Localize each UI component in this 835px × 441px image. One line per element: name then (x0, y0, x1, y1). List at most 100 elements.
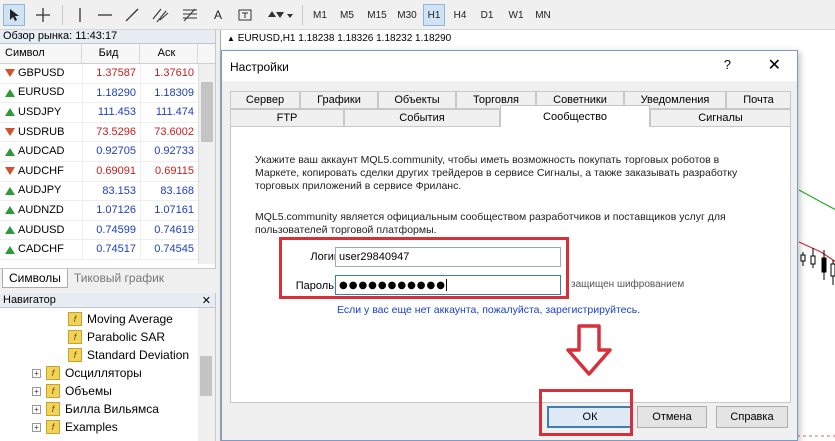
row-ask: 0.74619 (140, 220, 198, 240)
down-arrow-icon (5, 128, 15, 137)
tab-ftp[interactable]: FTP (230, 109, 344, 127)
timeframe-m15[interactable]: M15 (363, 4, 391, 26)
up-arrow-icon (5, 245, 15, 254)
timeframe-d1[interactable]: D1 (476, 4, 498, 26)
market-watch-row[interactable]: AUDCHF 0.69091 0.69115 (0, 161, 215, 182)
timeframe-h4[interactable]: H4 (449, 4, 471, 26)
register-link[interactable]: Если у вас еще нет аккаунта, пожалуйста,… (337, 304, 640, 316)
timeframe-mn[interactable]: MN (531, 4, 555, 26)
market-watch-row[interactable]: USDJPY 111.453 111.474 (0, 103, 215, 123)
tab-tick-chart[interactable]: Тиковый график (68, 269, 170, 288)
timeframe-h1[interactable]: H1 (423, 4, 445, 26)
nav-item-examples[interactable]: + f Examples (32, 418, 118, 436)
tab-signals[interactable]: Сигналы (650, 109, 791, 127)
market-watch-row[interactable]: CADCHF 0.74517 0.74545 (0, 240, 215, 260)
indicator-folder-icon: f (46, 420, 60, 434)
expand-icon[interactable]: + (32, 422, 41, 432)
tab-symbols[interactable]: Символы (2, 269, 68, 288)
fibonacci-icon (183, 8, 197, 22)
help-icon[interactable]: ? (724, 57, 731, 72)
market-watch-row[interactable]: AUDJPY 83.153 83.168 (0, 181, 215, 202)
text-label-icon (238, 9, 252, 21)
row-bid: 1.18290 (82, 83, 140, 103)
close-icon[interactable]: ✕ (768, 55, 781, 75)
symbol-label: GBPUSD (18, 66, 65, 79)
fibonacci-tool-button[interactable] (180, 4, 202, 26)
symbol-label: AUDNZD (18, 203, 64, 216)
market-watch-row[interactable]: AUDNZD 1.07126 1.07161 (0, 201, 215, 221)
market-watch-row[interactable]: AUDUSD 0.74599 0.74619 (0, 220, 215, 241)
help-button[interactable]: Справка (716, 406, 788, 428)
row-ask: 0.74545 (140, 240, 198, 259)
text-label-tool-button[interactable] (235, 4, 255, 26)
row-ask: 1.07161 (140, 201, 198, 220)
scrollbar-thumb[interactable] (201, 82, 213, 142)
tab-events[interactable]: События (344, 109, 500, 127)
expand-icon[interactable]: + (32, 404, 41, 414)
expand-icon[interactable]: + (32, 368, 41, 378)
navigator-panel: Навигатор ✕ f Moving Average f Parabolic… (0, 293, 216, 441)
indicator-icon: f (68, 348, 82, 362)
indicator-folder-icon: f (46, 402, 60, 416)
row-bid: 83.153 (82, 181, 140, 201)
scrollbar-thumb[interactable] (200, 356, 212, 396)
terminal-window: A M1 M5 M15 M30 H1 H4 D1 W1 MN Обзор рын… (0, 0, 835, 441)
crosshair-tool-button[interactable] (32, 4, 54, 26)
annotation-highlight-ok (539, 389, 633, 436)
nav-item-label: Moving Average (87, 312, 173, 326)
navigator-title: Навигатор (0, 293, 215, 308)
annotation-down-arrow-icon (566, 324, 612, 376)
nav-item-standard-deviation[interactable]: f Standard Deviation (68, 346, 189, 364)
row-bid: 0.74517 (82, 240, 140, 259)
market-watch-scrollbar[interactable] (198, 64, 215, 264)
tab-charts[interactable]: Графики (300, 91, 378, 109)
tab-objects[interactable]: Объекты (378, 91, 456, 109)
tab-community[interactable]: Сообщество (500, 105, 650, 127)
row-ask: 1.37610 (140, 64, 198, 83)
annotation-highlight-fields (279, 237, 569, 299)
row-bid: 1.07126 (82, 201, 140, 220)
market-watch-row[interactable]: AUDCAD 0.92705 0.92733 (0, 142, 215, 162)
expand-icon[interactable]: + (32, 386, 41, 396)
nav-item-volumes[interactable]: + f Объемы (32, 382, 112, 400)
row-symbol: USDRUB (0, 123, 82, 142)
navigator-scrollbar[interactable] (198, 308, 215, 441)
up-arrow-icon (5, 88, 15, 97)
vertical-line-tool-button[interactable] (70, 4, 90, 26)
indicator-icon: f (68, 330, 82, 344)
symbol-label: AUDUSD (18, 223, 65, 236)
row-symbol: AUDNZD (0, 201, 82, 220)
arrows-tool-dropdown[interactable] (264, 4, 296, 26)
column-ask[interactable]: Аск (140, 44, 198, 63)
tab-server[interactable]: Сервер (230, 91, 300, 109)
row-symbol: USDJPY (0, 103, 82, 122)
timeframe-w1[interactable]: W1 (505, 4, 527, 26)
close-icon[interactable]: ✕ (202, 294, 211, 307)
nav-item-bill-williams[interactable]: + f Билла Вильямса (32, 400, 159, 418)
indicator-folder-icon: f (46, 366, 60, 380)
market-watch-row[interactable]: EURUSD 1.18290 1.18309 (0, 83, 215, 104)
trendline-tool-button[interactable] (122, 4, 142, 26)
up-arrow-icon (5, 186, 15, 195)
channel-tool-button[interactable] (150, 4, 172, 26)
column-symbol[interactable]: Символ (0, 44, 82, 63)
timeframe-m30[interactable]: M30 (393, 4, 421, 26)
market-watch-row[interactable]: GBPUSD 1.37587 1.37610 (0, 64, 215, 84)
nav-item-oscillators[interactable]: + f Осцилляторы (32, 364, 142, 382)
market-watch-header: Символ Бид Аск (0, 44, 215, 64)
nav-item-label: Examples (65, 420, 118, 434)
indicator-icon: f (68, 312, 82, 326)
row-ask: 83.168 (140, 181, 198, 201)
cursor-tool-button[interactable] (3, 4, 25, 26)
column-bid[interactable]: Бид (82, 44, 140, 63)
cancel-button[interactable]: Отмена (637, 406, 707, 428)
text-tool-button[interactable]: A (208, 4, 228, 26)
timeframe-m5[interactable]: M5 (335, 4, 359, 26)
row-bid: 73.5296 (82, 122, 140, 142)
horizontal-line-tool-button[interactable] (95, 4, 115, 26)
nav-item-moving-average[interactable]: f Moving Average (68, 310, 173, 328)
timeframe-m1[interactable]: M1 (308, 4, 332, 26)
market-watch-row[interactable]: USDRUB 73.5296 73.6002 (0, 122, 215, 143)
tab-email[interactable]: Почта (726, 91, 791, 109)
nav-item-parabolic-sar[interactable]: f Parabolic SAR (68, 328, 165, 346)
